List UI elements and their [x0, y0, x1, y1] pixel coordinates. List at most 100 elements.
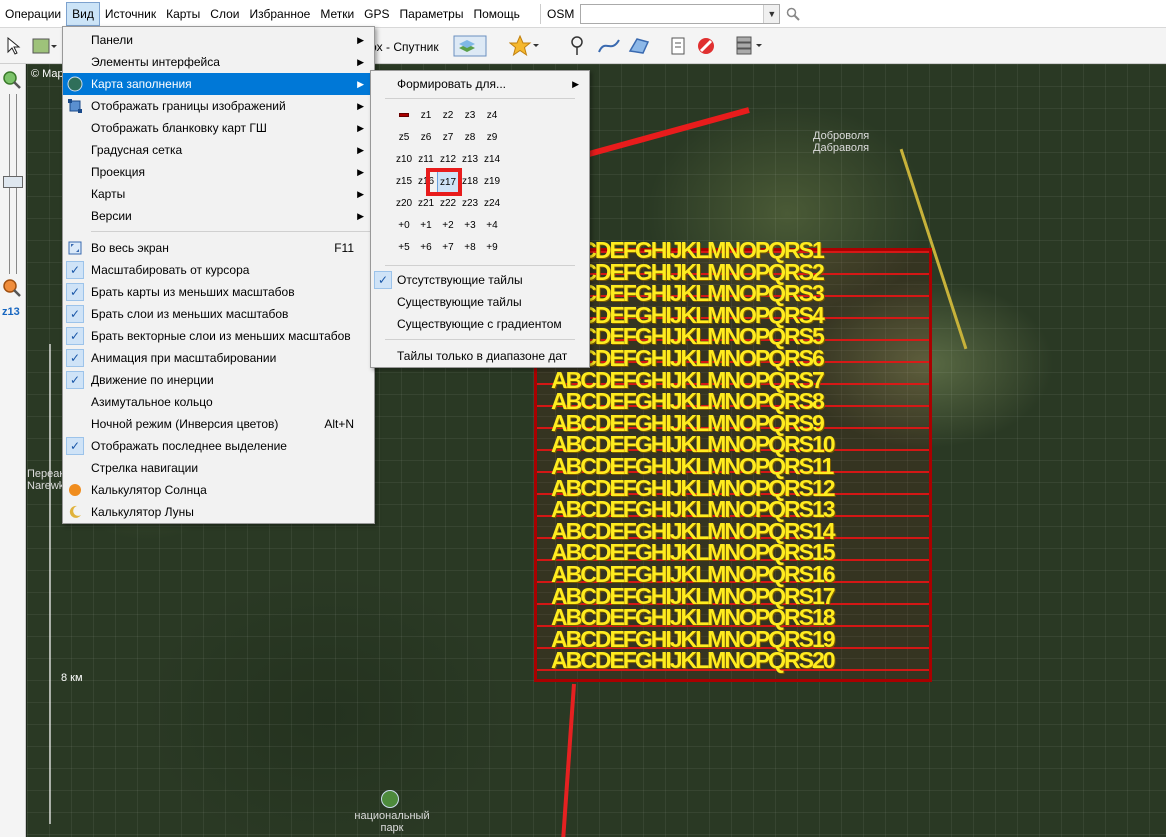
layer-selector-label[interactable]: ox - Спутник: [370, 40, 439, 54]
zoom-cell[interactable]: z22: [437, 193, 459, 215]
existing-gradient-item[interactable]: Существующие с градиентом: [371, 313, 589, 335]
view-menu-item[interactable]: ✓ Отображать последнее выделение: [63, 435, 374, 457]
view-menu-item[interactable]: ✓ Анимация при масштабировании: [63, 347, 374, 369]
menu-maps[interactable]: Карты: [161, 2, 205, 26]
view-menu-item[interactable]: ✓ Движение по инерции: [63, 369, 374, 391]
view-menu-item[interactable]: ✓ Брать векторные слои из меньших масштаб…: [63, 325, 374, 347]
zoom-cell[interactable]: z6: [415, 127, 437, 149]
menu-gps[interactable]: GPS: [359, 2, 394, 26]
view-menu-item[interactable]: Карты ▶: [63, 183, 374, 205]
chevron-down-icon[interactable]: ▼: [763, 5, 780, 23]
notes-button[interactable]: [666, 33, 690, 59]
zoom-cell[interactable]: [393, 105, 415, 127]
chevron-right-icon: ▶: [357, 79, 364, 89]
zoom-cell[interactable]: z7: [437, 127, 459, 149]
zoom-in-icon[interactable]: [2, 70, 22, 90]
menu-help[interactable]: Помощь: [468, 2, 524, 26]
view-menu-item[interactable]: Карта заполнения ▶: [63, 73, 374, 95]
database-button[interactable]: [732, 33, 766, 59]
zoom-cell[interactable]: z1: [415, 105, 437, 127]
view-menu-item[interactable]: ✓ Брать карты из меньших масштабов: [63, 281, 374, 303]
view-menu-item-label: Во весь экран: [91, 241, 169, 255]
view-menu-item[interactable]: Калькулятор Луны: [63, 501, 374, 523]
placemark-icon: [571, 36, 583, 55]
zoom-cell[interactable]: z21: [415, 193, 437, 215]
view-menu-item[interactable]: Калькулятор Солнца: [63, 479, 374, 501]
missing-tiles-item[interactable]: ✓ Отсутствующие тайлы: [371, 269, 589, 291]
view-menu-item[interactable]: Азимутальное кольцо: [63, 391, 374, 413]
view-menu-item[interactable]: Отображать границы изображений ▶: [63, 95, 374, 117]
layer-stack-button[interactable]: [450, 33, 490, 59]
menu-marks[interactable]: Метки: [315, 2, 359, 26]
view-menu-item[interactable]: ✓ Брать слои из меньших масштабов: [63, 303, 374, 325]
path-icon: [598, 39, 620, 53]
cursor-tool-button[interactable]: [2, 33, 24, 59]
zoom-cell[interactable]: z20: [393, 193, 415, 215]
zoom-cell[interactable]: +1: [415, 215, 437, 237]
view-menu-item[interactable]: Версии ▶: [63, 205, 374, 227]
view-menu-item[interactable]: Во весь экран F11: [63, 237, 374, 259]
zoom-cell[interactable]: +6: [415, 237, 437, 259]
zoom-cell[interactable]: z3: [459, 105, 481, 127]
zoom-cell[interactable]: +4: [481, 215, 503, 237]
chevron-right-icon: ▶: [357, 101, 364, 111]
zoom-cell[interactable]: +8: [459, 237, 481, 259]
view-menu-item[interactable]: Проекция ▶: [63, 161, 374, 183]
zoom-slider-thumb[interactable]: [3, 176, 23, 188]
zoom-cell[interactable]: +3: [459, 215, 481, 237]
zoom-cell[interactable]: z9: [481, 127, 503, 149]
view-menu-item[interactable]: Градусная сетка ▶: [63, 139, 374, 161]
map-search-input[interactable]: ▼: [580, 4, 781, 24]
view-menu-item[interactable]: Панели ▶: [63, 29, 374, 51]
park-label-line: национальный: [354, 810, 430, 822]
zoom-cell[interactable]: z10: [393, 149, 415, 171]
add-polygon-button[interactable]: [626, 33, 652, 59]
zoom-cell[interactable]: +2: [437, 215, 459, 237]
zoom-out-icon[interactable]: [2, 278, 22, 298]
view-menu-item[interactable]: Ночной режим (Инверсия цветов) Alt+N: [63, 413, 374, 435]
menu-operations[interactable]: Операции: [0, 2, 66, 26]
menu-favorites[interactable]: Избранное: [244, 2, 315, 26]
check-icon: ✓: [66, 437, 84, 455]
view-menu-item[interactable]: Элементы интерфейса ▶: [63, 51, 374, 73]
generate-for-item[interactable]: Формировать для... ▶: [371, 73, 589, 95]
park-icon[interactable]: [381, 790, 399, 808]
existing-tiles-item[interactable]: Существующие тайлы: [371, 291, 589, 313]
chevron-right-icon: ▶: [357, 211, 364, 221]
zoom-cell[interactable]: z8: [459, 127, 481, 149]
date-range-item[interactable]: Тайлы только в диапазоне дат: [371, 345, 589, 367]
zoom-cell[interactable]: z15: [393, 171, 415, 193]
view-menu-item[interactable]: ✓ Масштабировать от курсора: [63, 259, 374, 281]
zoom-cell[interactable]: z14: [481, 149, 503, 171]
zoom-cell[interactable]: z24: [481, 193, 503, 215]
add-path-button[interactable]: [596, 33, 622, 59]
menu-layers[interactable]: Слои: [205, 2, 244, 26]
zoom-cell[interactable]: +7: [437, 237, 459, 259]
menu-view[interactable]: Вид: [66, 1, 100, 26]
zoom-cell[interactable]: z2: [437, 105, 459, 127]
park-label-line: парк: [380, 822, 404, 834]
zoom-cell[interactable]: z19: [481, 171, 503, 193]
add-placemark-button[interactable]: [566, 33, 588, 59]
view-menu-item[interactable]: Стрелка навигации: [63, 457, 374, 479]
search-icon[interactable]: [786, 7, 801, 21]
menu-source[interactable]: Источник: [100, 2, 161, 26]
zoom-cell[interactable]: z13: [459, 149, 481, 171]
zoom-cell[interactable]: z4: [481, 105, 503, 127]
zoom-cell[interactable]: z18: [459, 171, 481, 193]
place-label: Переак Narewk: [27, 468, 64, 492]
cancel-button[interactable]: [694, 33, 718, 59]
view-menu-item-label: Стрелка навигации: [91, 461, 199, 475]
chevron-right-icon: ▶: [357, 35, 364, 45]
menu-parameters[interactable]: Параметры: [395, 2, 469, 26]
view-menu-item[interactable]: Отображать бланковку карт ГШ ▶: [63, 117, 374, 139]
zoom-cell[interactable]: z23: [459, 193, 481, 215]
map-layers-button[interactable]: [28, 33, 60, 59]
view-menu-item-label: Анимация при масштабировании: [91, 351, 277, 365]
zoom-level-label: z13: [2, 306, 20, 318]
zoom-cell[interactable]: +9: [481, 237, 503, 259]
zoom-cell[interactable]: z5: [393, 127, 415, 149]
zoom-cell[interactable]: +5: [393, 237, 415, 259]
zoom-cell[interactable]: +0: [393, 215, 415, 237]
favorites-button[interactable]: [506, 33, 542, 59]
